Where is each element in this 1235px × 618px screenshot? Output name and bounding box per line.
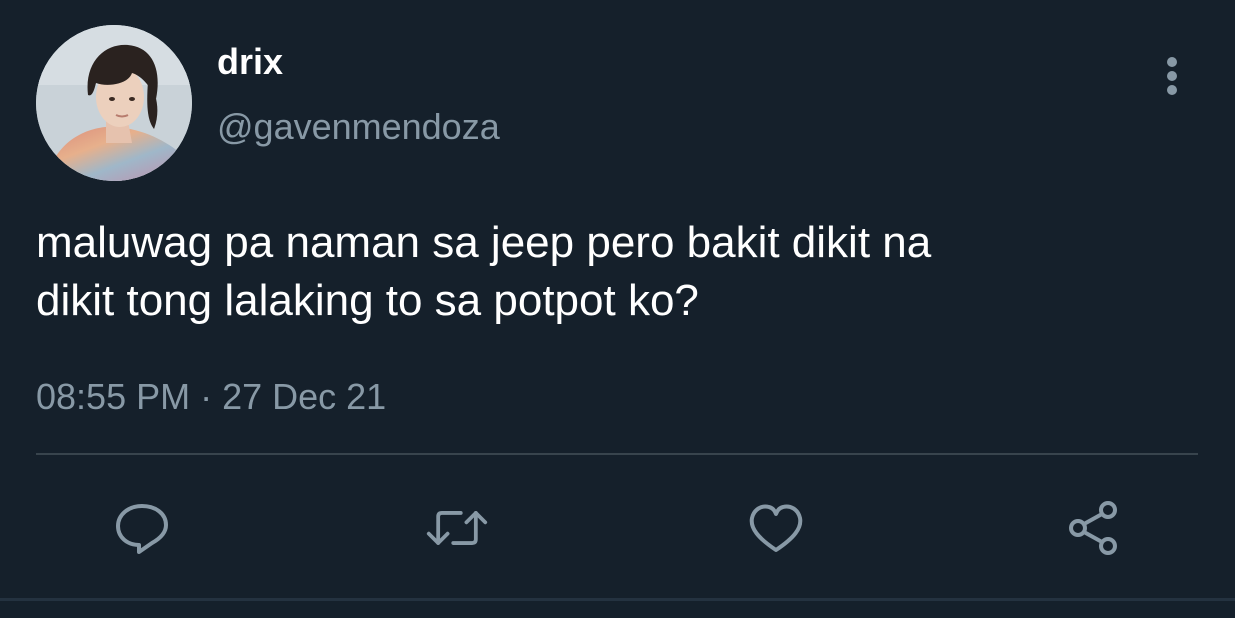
like-button[interactable] — [744, 496, 808, 560]
tweet-text: maluwag pa naman sa jeep pero bakit diki… — [36, 214, 1186, 330]
tweet-text-line: maluwag pa naman sa jeep pero bakit diki… — [36, 218, 932, 267]
bottom-divider — [0, 598, 1235, 601]
author-name[interactable]: drix — [217, 42, 283, 82]
reply-button[interactable] — [110, 496, 174, 560]
avatar-image — [36, 25, 192, 181]
retweet-button[interactable] — [425, 496, 489, 560]
reply-icon — [116, 504, 168, 554]
more-options-button[interactable] — [1150, 52, 1194, 100]
more-vertical-icon — [1167, 57, 1177, 95]
author-handle[interactable]: @gavenmendoza — [217, 106, 500, 148]
retweet-icon — [426, 511, 488, 545]
tweet-timestamp[interactable]: 08:55 PM · 27 Dec 21 — [36, 375, 386, 419]
share-button[interactable] — [1062, 496, 1126, 560]
divider — [36, 453, 1198, 455]
avatar[interactable] — [36, 25, 192, 181]
heart-icon — [749, 504, 803, 552]
share-icon — [1069, 501, 1117, 555]
tweet-text-line: dikit tong lalaking to sa potpot ko? — [36, 276, 699, 325]
